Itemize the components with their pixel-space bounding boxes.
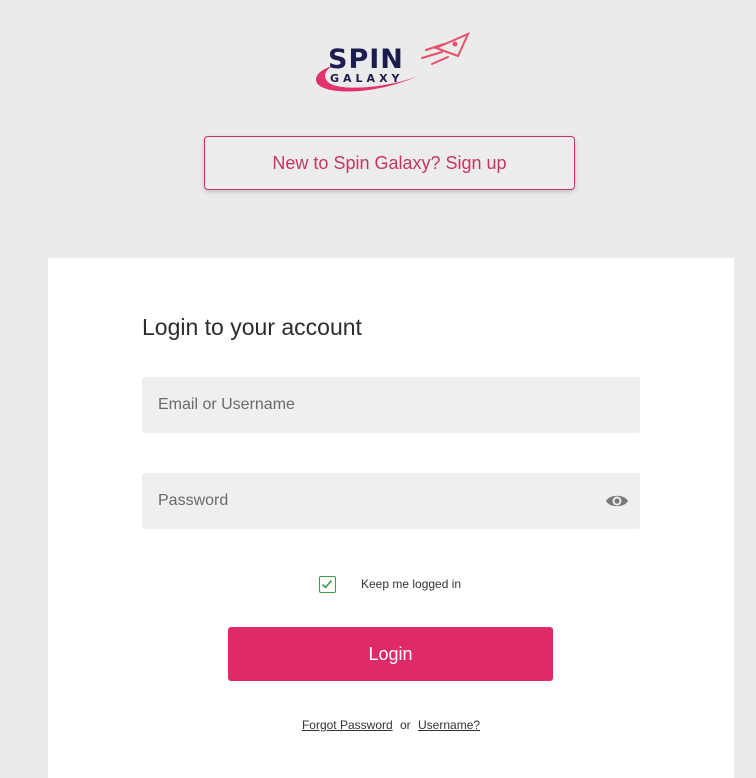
remember-me[interactable]: Keep me logged in <box>319 574 461 594</box>
email-field <box>142 377 640 433</box>
account-recovery-links: Forgot Password or Username? <box>48 718 734 732</box>
eye-icon[interactable] <box>604 489 630 513</box>
logo-word-bottom: GALAXY <box>330 72 404 85</box>
login-button[interactable]: Login <box>228 627 553 681</box>
login-title: Login to your account <box>142 314 362 340</box>
forgot-password-link[interactable]: Forgot Password <box>302 718 393 732</box>
logo-word-top: SPIN <box>328 44 404 75</box>
remember-checkbox[interactable] <box>319 575 336 593</box>
links-separator: or <box>400 718 411 732</box>
password-field <box>142 473 640 529</box>
spin-galaxy-logo[interactable]: SPIN GALAXY <box>308 30 474 100</box>
forgot-username-link[interactable]: Username? <box>418 718 480 732</box>
logo-graphic: SPIN GALAXY <box>316 32 470 92</box>
password-input[interactable] <box>142 473 640 529</box>
login-card: Login to your account Keep me logged in … <box>48 258 734 778</box>
email-input[interactable] <box>142 377 640 433</box>
signup-button[interactable]: New to Spin Galaxy? Sign up <box>204 136 575 190</box>
rocket-icon <box>421 32 470 65</box>
check-icon <box>321 579 333 589</box>
remember-label: Keep me logged in <box>361 577 462 591</box>
